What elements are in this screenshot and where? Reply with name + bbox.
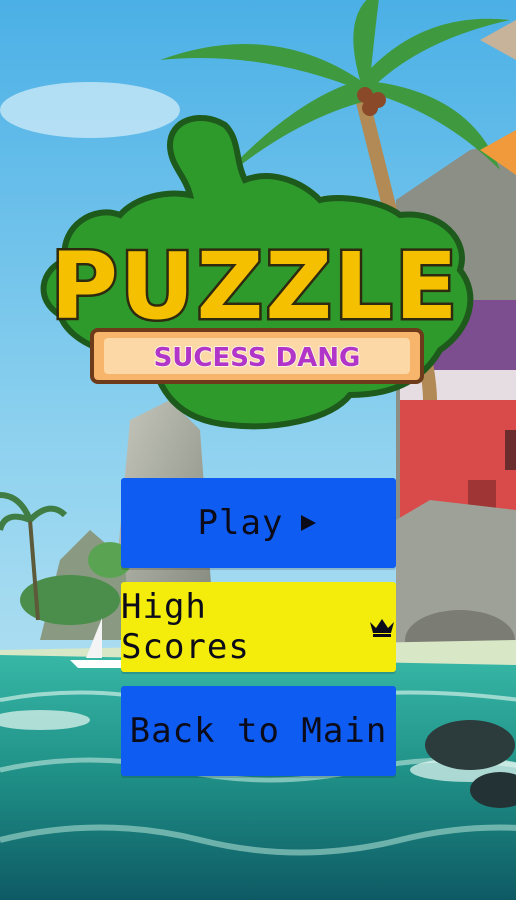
play-button[interactable]: Play <box>121 478 396 568</box>
back-to-main-label: Back to Main <box>129 711 388 751</box>
crown-icon <box>368 616 396 638</box>
logo-title: PUZZLE <box>50 233 459 340</box>
high-scores-button[interactable]: High Scores <box>121 582 396 672</box>
game-logo: PUZZLE SUCESS DANG <box>40 114 474 430</box>
play-icon <box>297 512 319 534</box>
logo-subtitle: SUCESS DANG <box>154 343 361 373</box>
high-scores-label: High Scores <box>121 587 250 667</box>
back-to-main-button[interactable]: Back to Main <box>121 686 396 776</box>
play-label: Play <box>197 503 284 543</box>
